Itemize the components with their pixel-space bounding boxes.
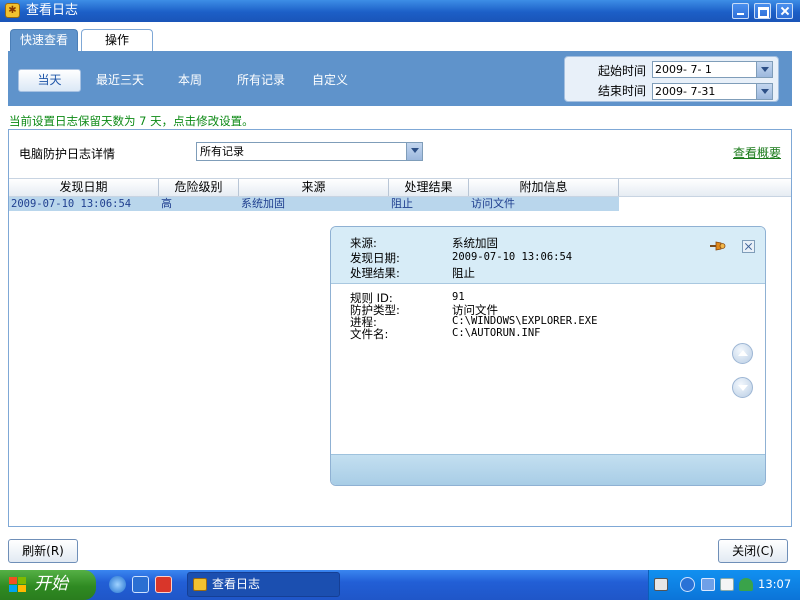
start-button[interactable]: 开始 (0, 570, 96, 600)
detail-source-value: 系统加固 (452, 236, 498, 250)
log-detail-label: 电脑防护日志详情 (19, 147, 116, 161)
detail-result-label: 处理结果: (350, 266, 400, 280)
taskbar-item-view-log[interactable]: 查看日志 (187, 572, 340, 597)
table-header: 发现日期 危险级别 来源 处理结果 附加信息 (9, 178, 791, 197)
detail-date-value: 2009-07-10 13:06:54 (452, 251, 573, 263)
system-tray: 13:07 (648, 570, 800, 600)
filter-all-records-button[interactable]: 所有记录 (231, 69, 291, 92)
column-header-source[interactable]: 来源 (239, 179, 389, 196)
filter-this-week-button[interactable]: 本周 (170, 69, 210, 92)
start-date-value: 2009- 7- 1 (655, 63, 712, 76)
windows-logo-icon (9, 577, 26, 592)
umbrella-icon[interactable] (739, 578, 753, 591)
taskbar-item-label: 查看日志 (212, 577, 261, 591)
detail-source-label: 来源: (350, 236, 377, 250)
start-date-picker[interactable]: 2009- 7- 1 (652, 61, 773, 78)
security-icon[interactable] (720, 578, 734, 591)
start-date-label: 起始时间 (597, 64, 646, 78)
keyboard-icon[interactable] (654, 578, 668, 591)
record-filter-value: 所有记录 (200, 145, 244, 158)
tab-quick-view[interactable]: 快速查看 (10, 29, 78, 51)
scroll-up-button[interactable] (732, 343, 753, 364)
chevron-down-icon[interactable] (756, 84, 772, 99)
detail-footer (331, 454, 765, 485)
start-label: 开始 (34, 574, 68, 594)
window-title: 查看日志 (26, 3, 79, 18)
detail-date-label: 发现日期: (350, 251, 400, 265)
clock: 13:07 (758, 577, 792, 591)
filename-value: C:\AUTORUN.INF (452, 327, 541, 339)
refresh-button[interactable]: 刷新(R) (8, 539, 78, 563)
column-header-extra-info[interactable]: 附加信息 (469, 179, 619, 196)
scroll-down-button[interactable] (732, 377, 753, 398)
close-button[interactable]: 关闭(C) (718, 539, 788, 563)
process-value: C:\WINDOWS\EXPLORER.EXE (452, 315, 598, 327)
media-player-icon[interactable] (155, 576, 172, 593)
end-date-picker[interactable]: 2009- 7-31 (652, 83, 773, 100)
app-icon: ✱ (5, 3, 20, 18)
close-window-button[interactable] (776, 3, 793, 19)
filter-custom-button[interactable]: 自定义 (308, 69, 352, 92)
tab-operations[interactable]: 操作 (81, 29, 153, 51)
network-icon[interactable] (701, 578, 715, 591)
browser-icon[interactable] (132, 576, 149, 593)
column-header-date[interactable]: 发现日期 (9, 179, 159, 196)
filter-today-button[interactable]: 当天 (18, 69, 81, 92)
title-bar: ✱ 查看日志 (0, 0, 800, 22)
minimize-button[interactable] (732, 3, 749, 19)
log-detail-popup: 来源: 系统加固 发现日期: 2009-07-10 13:06:54 处理结果:… (330, 226, 766, 486)
app-icon (193, 578, 207, 591)
cell-result: 阻止 (391, 197, 413, 210)
close-popup-icon[interactable] (742, 240, 755, 253)
retention-settings-link[interactable]: 当前设置日志保留天数为 7 天，点击修改设置。 (9, 113, 254, 129)
end-date-label: 结束时间 (597, 84, 646, 98)
show-hidden-icons-icon[interactable] (680, 577, 695, 592)
detail-header: 来源: 系统加固 发现日期: 2009-07-10 13:06:54 处理结果:… (331, 227, 765, 284)
column-header-result[interactable]: 处理结果 (389, 179, 469, 196)
detail-result-value: 阻止 (452, 266, 475, 280)
column-header-level[interactable]: 危险级别 (159, 179, 239, 196)
cell-extra-info: 访问文件 (471, 197, 515, 210)
pin-icon[interactable] (710, 240, 726, 252)
chevron-down-icon[interactable] (406, 143, 422, 160)
maximize-button[interactable] (754, 3, 771, 19)
table-row[interactable]: 2009-07-10 13:06:54 高 系统加固 阻止 访问文件 (9, 197, 619, 211)
end-date-value: 2009- 7-31 (655, 85, 716, 98)
chevron-down-icon[interactable] (756, 62, 772, 77)
view-summary-link[interactable]: 查看概要 (733, 144, 781, 161)
internet-explorer-icon[interactable] (109, 576, 126, 593)
log-panel: 电脑防护日志详情 所有记录 查看概要 发现日期 危险级别 来源 处理结果 附加信… (8, 129, 792, 527)
cell-source: 系统加固 (241, 197, 285, 210)
filename-label: 文件名: (350, 327, 389, 341)
cell-level: 高 (161, 197, 172, 210)
filter-last-three-days-button[interactable]: 最近三天 (92, 69, 148, 92)
date-range-panel: 起始时间 2009- 7- 1 结束时间 2009- 7-31 (564, 56, 779, 102)
cell-date: 2009-07-10 13:06:54 (11, 198, 132, 210)
quick-filter-toolbar: 当天 最近三天 本周 所有记录 自定义 起始时间 2009- 7- 1 结束时间… (8, 51, 792, 106)
record-filter-select[interactable]: 所有记录 (196, 142, 423, 161)
taskbar: 开始 查看日志 13:07 (0, 570, 800, 600)
